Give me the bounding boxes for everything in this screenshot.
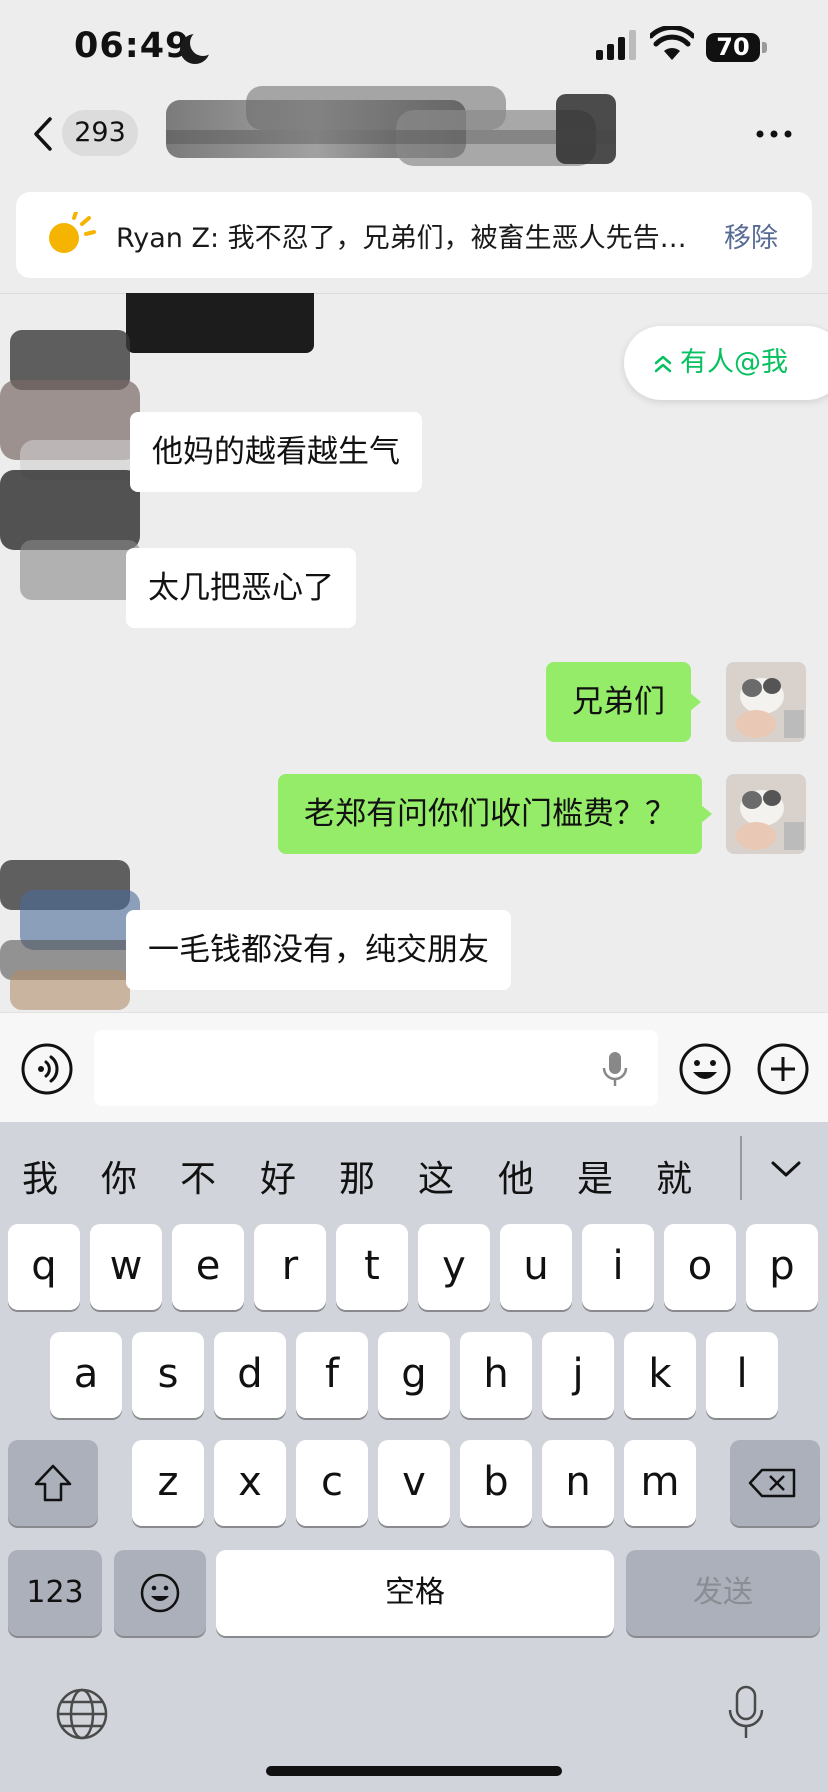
divider [0,293,828,294]
mic-icon[interactable] [600,1050,630,1090]
candidate-word[interactable]: 是 [577,1150,613,1202]
notice-text: Ryan Z: 我不忍了，兄弟们，被畜生恶人先告… [116,223,687,254]
key-o[interactable]: o [664,1224,736,1310]
emoji-key[interactable] [114,1550,206,1636]
status-time: 06:49 [74,26,191,66]
wifi-icon [650,26,694,60]
key-x[interactable]: x [214,1440,286,1526]
signal-icon [596,30,636,60]
key-w[interactable]: w [90,1224,162,1310]
back-icon[interactable] [30,116,58,152]
space-key[interactable]: 空格 [216,1550,614,1636]
avatar[interactable] [726,774,806,854]
message-bubble[interactable]: 太几把恶心了 [126,548,356,628]
key-f[interactable]: f [296,1332,368,1418]
candidate-word[interactable]: 这 [418,1150,454,1202]
candidate-word[interactable]: 他 [498,1150,534,1202]
key-p[interactable]: p [746,1224,818,1310]
key-t[interactable]: t [336,1224,408,1310]
mention-label: 有人@我 [680,347,788,378]
key-z[interactable]: z [132,1440,204,1526]
voice-icon[interactable] [20,1042,74,1096]
emoji-icon[interactable] [678,1042,732,1096]
message-bubble-self[interactable]: 老郑有问你们收门槛费？？ [278,774,712,854]
key-m[interactable]: m [624,1440,696,1526]
candidate-word[interactable]: 就 [656,1150,692,1202]
key-c[interactable]: c [296,1440,368,1526]
chevron-down-icon[interactable] [770,1158,802,1180]
moon-icon [180,30,216,64]
numbers-key[interactable]: 123 [8,1550,102,1636]
key-l[interactable]: l [706,1332,778,1418]
key-j[interactable]: j [542,1332,614,1418]
key-r[interactable]: r [254,1224,326,1310]
key-a[interactable]: a [50,1332,122,1418]
key-y[interactable]: y [418,1224,490,1310]
sun-icon [49,212,96,253]
shift-icon [34,1464,72,1502]
emoji-icon [140,1573,180,1613]
message-bubble-self[interactable]: 兄弟们 [546,662,701,742]
key-i[interactable]: i [582,1224,654,1310]
candidate-divider [740,1136,742,1200]
shift-key[interactable] [8,1440,98,1526]
key-h[interactable]: h [460,1332,532,1418]
notice-remove-button[interactable]: 移除 [724,216,778,255]
key-s[interactable]: s [132,1332,204,1418]
battery-tip [762,42,767,53]
mention-button[interactable]: 有人@我 [624,326,828,400]
delete-key[interactable] [730,1440,820,1526]
candidate-word[interactable]: 那 [339,1150,375,1202]
home-indicator[interactable] [266,1766,562,1776]
key-g[interactable]: g [378,1332,450,1418]
message-input[interactable] [94,1030,658,1106]
mic-icon[interactable] [726,1684,766,1742]
plus-icon[interactable] [756,1042,810,1096]
unread-count-badge[interactable]: 293 [62,110,138,156]
key-u[interactable]: u [500,1224,572,1310]
key-b[interactable]: b [460,1440,532,1526]
candidate-word[interactable]: 不 [180,1150,216,1202]
more-icon[interactable] [754,124,794,144]
send-key[interactable]: 发送 [626,1550,820,1636]
message-bubble[interactable]: 他妈的越看越生气 [130,412,422,492]
candidate-word[interactable]: 你 [101,1150,137,1202]
delete-icon [748,1468,796,1498]
key-q[interactable]: q [8,1224,80,1310]
double-chevron-up-icon [654,355,672,372]
candidate-word[interactable]: 好 [260,1150,296,1202]
key-k[interactable]: k [624,1332,696,1418]
candidate-word[interactable]: 我 [22,1150,58,1202]
key-e[interactable]: e [172,1224,244,1310]
battery-indicator: 70 [706,33,760,62]
globe-icon[interactable] [54,1686,110,1742]
key-n[interactable]: n [542,1440,614,1526]
redacted-title [166,86,616,166]
message-bubble[interactable]: 一毛钱都没有，纯交朋友 [126,910,511,990]
avatar[interactable] [726,662,806,742]
key-d[interactable]: d [214,1332,286,1418]
key-v[interactable]: v [378,1440,450,1526]
